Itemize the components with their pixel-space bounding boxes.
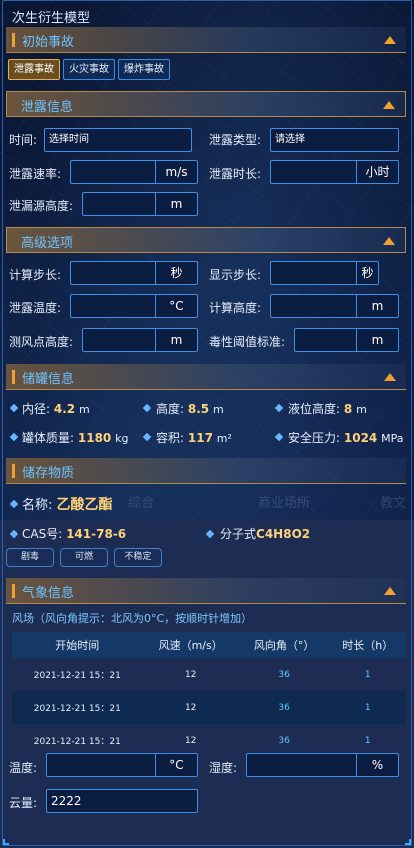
unit: m bbox=[155, 329, 197, 351]
cell-start-time: 2021-12-21 15：21 bbox=[33, 671, 121, 681]
time-label: 时间: bbox=[9, 133, 38, 147]
collapse-arrow-icon[interactable] bbox=[383, 101, 395, 109]
cell-wind-direction: 36 bbox=[278, 669, 290, 680]
section-marker bbox=[12, 33, 15, 47]
section-title: 初始事故 bbox=[22, 35, 75, 50]
display-step-label: 显示步长: bbox=[209, 268, 262, 282]
wind-point-height-label: 测风点高度: bbox=[9, 335, 74, 349]
leak-duration-label: 泄露时长: bbox=[209, 167, 262, 181]
tank-inner-diameter: 内径: 4.2 m bbox=[22, 402, 90, 416]
section-initial-accident[interactable]: 初始事故 bbox=[6, 27, 406, 53]
wind-field-note: 风场（风向角提示：北风为0°C，按顺时针增加） bbox=[12, 612, 253, 625]
leak-type-placeholder: 请选择 bbox=[275, 134, 305, 145]
section-marker bbox=[12, 370, 15, 384]
section-leak-info[interactable]: 泄露信息 bbox=[6, 91, 406, 117]
unit: % bbox=[356, 754, 398, 776]
calc-height-label: 计算高度: bbox=[209, 301, 262, 315]
section-title: 高级选项 bbox=[21, 236, 74, 251]
tab-explosion-accident[interactable]: 爆炸事故 bbox=[118, 59, 170, 80]
tank-mass: 罐体质量: 1180 kg bbox=[22, 431, 129, 445]
cloud-cover-value: 2222 bbox=[51, 794, 82, 808]
collapse-arrow-icon[interactable] bbox=[384, 36, 396, 44]
column-header: 时长（h） bbox=[329, 632, 406, 658]
unit: °C bbox=[155, 754, 197, 776]
corner-decoration bbox=[405, 839, 411, 845]
section-title: 气象信息 bbox=[22, 586, 75, 601]
section-weather-info[interactable]: 气象信息 bbox=[6, 578, 406, 604]
column-header: 开始时间 bbox=[12, 632, 143, 658]
unit: m bbox=[356, 295, 398, 317]
column-header: 风向角（°） bbox=[238, 632, 330, 658]
temperature-label: 温度: bbox=[9, 761, 38, 775]
leak-temperature-label: 泄露温度: bbox=[9, 301, 62, 315]
leak-source-height-label: 泄漏源高度: bbox=[9, 199, 74, 213]
time-picker[interactable]: 选择时间 bbox=[44, 128, 192, 152]
wind-table: 开始时间 风速（m/s） 风向角（°） 时长（h） 2021-12-21 15：… bbox=[12, 632, 406, 757]
tank-safety-pressure: 安全压力: 1024 MPa bbox=[288, 431, 404, 445]
section-marker bbox=[12, 464, 15, 478]
tank-liquid-level: 液位高度: 8 m bbox=[288, 402, 367, 416]
leak-temperature-input[interactable]: °C bbox=[70, 294, 198, 318]
calc-height-input[interactable]: m bbox=[270, 294, 399, 318]
section-title: 储存物质 bbox=[22, 466, 75, 481]
substance-name: 名称: 乙酸乙酯 bbox=[22, 497, 113, 513]
column-header: 风速（m/s） bbox=[142, 632, 239, 658]
section-stored-substance[interactable]: 储存物质 bbox=[6, 458, 406, 484]
calc-step-label: 计算步长: bbox=[9, 268, 62, 282]
unit: 秒 bbox=[155, 262, 197, 284]
tank-height: 高度: 8.5 m bbox=[156, 402, 224, 416]
tag-unstable: 不稳定 bbox=[114, 548, 162, 567]
cloud-cover-label: 云量: bbox=[9, 796, 38, 810]
unit: °C bbox=[155, 295, 197, 317]
toxic-threshold-label: 毒性阈值标准: bbox=[209, 335, 286, 349]
section-title: 储罐信息 bbox=[22, 372, 75, 387]
cell-wind-speed: 12 bbox=[142, 691, 239, 724]
time-placeholder: 选择时间 bbox=[49, 134, 89, 145]
unit: m bbox=[155, 193, 197, 215]
leak-type-label: 泄露类型: bbox=[209, 133, 262, 147]
leak-duration-input[interactable]: 小时 bbox=[270, 160, 399, 184]
unit: 秒 bbox=[356, 262, 378, 284]
humidity-input[interactable]: % bbox=[246, 753, 399, 777]
panel-title: 次生衍生模型 bbox=[12, 11, 91, 26]
leak-type-select[interactable]: 请选择 bbox=[270, 128, 399, 152]
table-row[interactable]: 2021-12-21 15：21 12 36 1 bbox=[12, 691, 406, 724]
table-row[interactable]: 2021-12-21 15：21 12 36 1 bbox=[12, 658, 406, 691]
collapse-arrow-icon[interactable] bbox=[383, 237, 395, 245]
tab-leak-accident[interactable]: 泄露事故 bbox=[8, 59, 60, 80]
section-marker bbox=[12, 584, 15, 598]
tag-toxic: 剧毒 bbox=[6, 548, 54, 567]
cloud-cover-input[interactable]: 2222 bbox=[46, 789, 198, 813]
substance-formula: 分子式C4H8O2 bbox=[220, 527, 311, 541]
tank-volume: 容积: 117 m² bbox=[156, 431, 232, 445]
leak-rate-label: 泄露速率: bbox=[9, 167, 62, 181]
cell-start-time: 2021-12-21 15：21 bbox=[12, 691, 143, 724]
temperature-input[interactable]: °C bbox=[46, 753, 198, 777]
calc-step-input[interactable]: 秒 bbox=[70, 261, 198, 285]
wind-point-height-input[interactable]: m bbox=[82, 328, 198, 352]
humidity-label: 湿度: bbox=[209, 761, 238, 775]
table-header: 开始时间 风速（m/s） 风向角（°） 时长（h） bbox=[12, 632, 406, 658]
tab-fire-accident[interactable]: 火灾事故 bbox=[63, 59, 115, 80]
collapse-arrow-icon[interactable] bbox=[384, 373, 396, 381]
display-step-input[interactable]: 秒 bbox=[270, 261, 379, 285]
section-advanced-options[interactable]: 高级选项 bbox=[6, 227, 406, 253]
corner-decoration bbox=[3, 839, 9, 845]
unit: m bbox=[356, 329, 398, 351]
toxic-threshold-input[interactable]: m bbox=[294, 328, 399, 352]
cell-wind-speed: 12 bbox=[184, 669, 197, 680]
cell-duration: 1 bbox=[364, 669, 371, 680]
unit: 小时 bbox=[356, 161, 398, 183]
leak-source-height-input[interactable]: m bbox=[82, 192, 198, 216]
collapse-arrow-icon[interactable] bbox=[384, 587, 396, 595]
tag-flammable: 可燃 bbox=[60, 548, 108, 567]
cell-wind-direction: 36 bbox=[238, 691, 330, 724]
leak-rate-input[interactable]: m/s bbox=[70, 160, 198, 184]
section-tank-info[interactable]: 储罐信息 bbox=[6, 364, 406, 390]
section-title: 泄露信息 bbox=[21, 100, 74, 115]
unit: m/s bbox=[155, 161, 197, 183]
substance-cas: CAS号: 141-78-6 bbox=[22, 527, 127, 541]
cell-duration: 1 bbox=[329, 691, 406, 724]
